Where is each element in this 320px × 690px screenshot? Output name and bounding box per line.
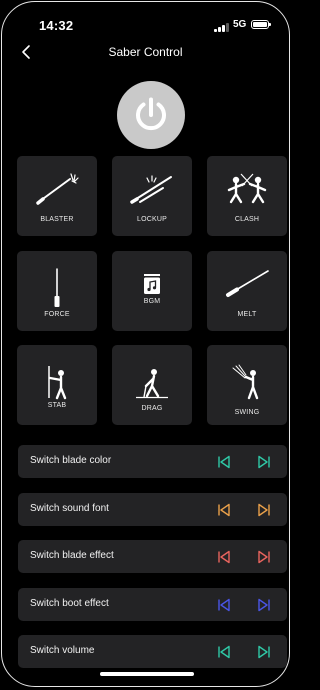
blaster-tile[interactable]: BLASTER: [17, 156, 97, 236]
switch-boot-effect-label: Switch boot effect: [30, 598, 109, 609]
switch-sound-font-row: Switch sound font: [18, 493, 287, 526]
force-label: FORCE: [44, 311, 70, 318]
next-icon[interactable]: [256, 549, 272, 565]
drag-label: DRAG: [141, 405, 163, 412]
music-icon: [144, 274, 160, 294]
blaster-label: BLASTER: [40, 216, 74, 223]
force-icon: [54, 268, 60, 307]
previous-icon[interactable]: [216, 454, 232, 470]
switch-boot-effect-row: Switch boot effect: [18, 588, 287, 621]
next-icon[interactable]: [256, 597, 272, 613]
switch-blade-color-label: Switch blade color: [30, 455, 112, 466]
switch-blade-color-row: Switch blade color: [18, 445, 287, 478]
previous-icon[interactable]: [216, 549, 232, 565]
previous-icon[interactable]: [216, 644, 232, 660]
stab-label: STAB: [47, 402, 67, 409]
clash-icon: [227, 173, 267, 204]
switch-volume-label: Switch volume: [30, 645, 95, 656]
lockup-icon: [130, 175, 172, 204]
melt-icon: [226, 270, 269, 297]
drag-tile[interactable]: DRAG: [112, 345, 192, 425]
bgm-label: BGM: [143, 298, 161, 305]
melt-label: MELT: [237, 311, 257, 318]
drag-icon: [136, 369, 168, 399]
swing-icon: [232, 364, 259, 400]
lockup-tile[interactable]: LOCKUP: [112, 156, 192, 236]
switch-sound-font-label: Switch sound font: [30, 503, 109, 514]
stab-icon: [48, 366, 67, 400]
blaster-icon: [36, 173, 79, 205]
clash-tile[interactable]: CLASH: [207, 156, 287, 236]
bgm-tile[interactable]: BGM: [112, 251, 192, 331]
stab-tile[interactable]: STAB: [17, 345, 97, 425]
action-grid: BLASTER LOCKUP CLASH FORCE BGM MELT STAB…: [2, 2, 289, 686]
force-tile[interactable]: FORCE: [17, 251, 97, 331]
phone-screen: 14:32 5G Saber Control BLASTER LOCKUP CL…: [1, 1, 290, 687]
switch-volume-row: Switch volume: [18, 635, 287, 668]
next-icon[interactable]: [256, 454, 272, 470]
lockup-label: LOCKUP: [137, 216, 167, 223]
switch-blade-effect-label: Switch blade effect: [30, 550, 114, 561]
clash-label: CLASH: [234, 216, 260, 223]
home-indicator[interactable]: [100, 672, 194, 676]
next-icon[interactable]: [256, 644, 272, 660]
previous-icon[interactable]: [216, 502, 232, 518]
melt-tile[interactable]: MELT: [207, 251, 287, 331]
next-icon[interactable]: [256, 502, 272, 518]
swing-label: SWING: [234, 409, 260, 416]
previous-icon[interactable]: [216, 597, 232, 613]
swing-tile[interactable]: SWING: [207, 345, 287, 425]
switch-blade-effect-row: Switch blade effect: [18, 540, 287, 573]
